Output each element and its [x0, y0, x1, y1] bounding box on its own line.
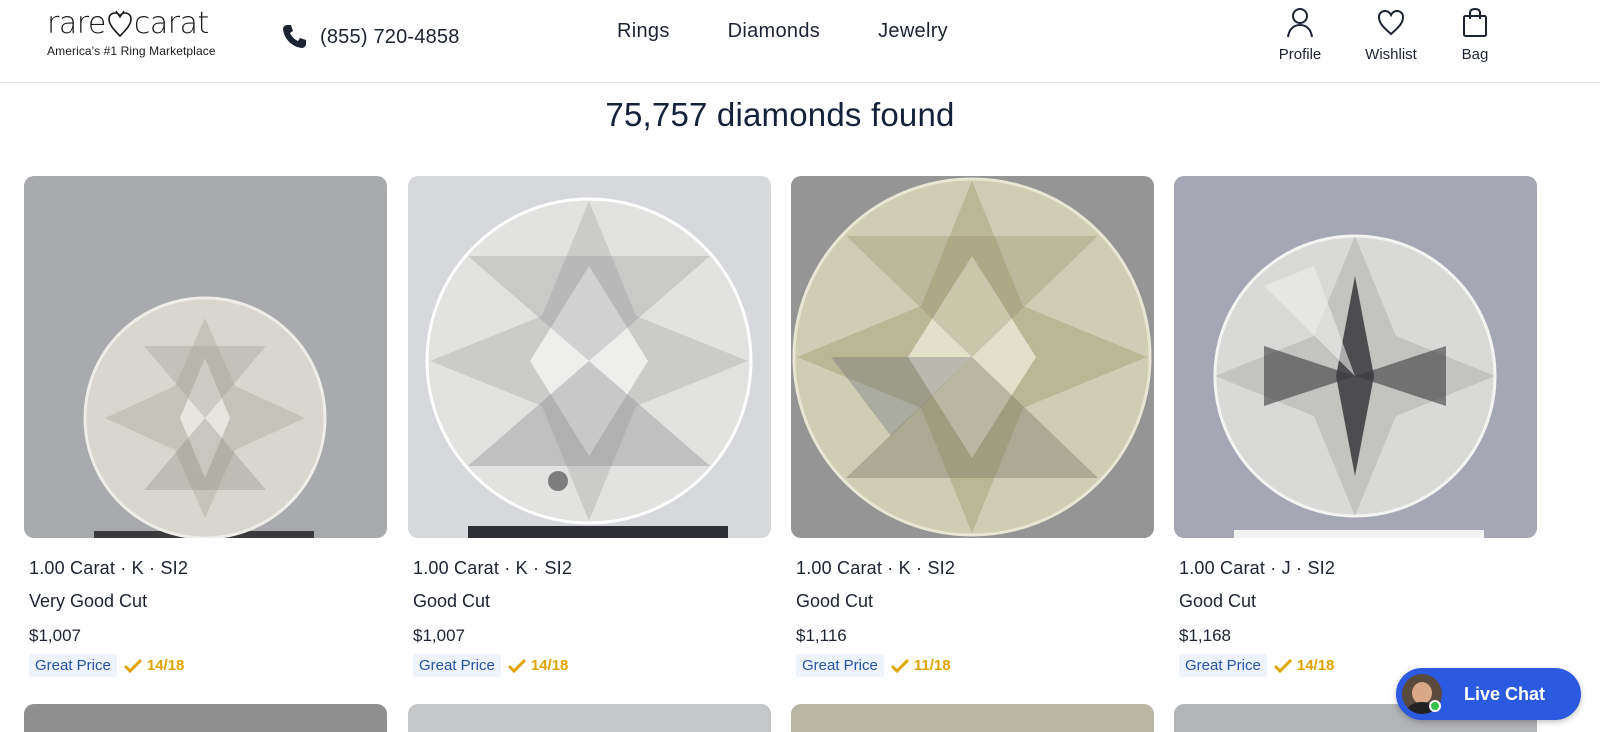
- badges-row: Great Price 11/18: [796, 654, 1154, 677]
- checkmark-icon: [890, 658, 909, 673]
- live-chat-button[interactable]: Live Chat: [1396, 668, 1581, 720]
- score-value: 14/18: [1296, 657, 1335, 674]
- diamond-price: $1,007: [29, 626, 81, 645]
- diamond-image[interactable]: [408, 176, 771, 538]
- bag-label: Bag: [1461, 46, 1489, 63]
- diamond-photo: [24, 176, 387, 538]
- results-count-title: 75,757 diamonds found: [605, 96, 955, 133]
- site-header: rare carat America's #1 Ring Marketplace…: [0, 0, 1600, 83]
- product-card-partial[interactable]: [791, 704, 1154, 732]
- logo-text-carat: carat: [133, 6, 209, 41]
- score-badge: 14/18: [123, 657, 185, 674]
- score-value: 14/18: [146, 657, 185, 674]
- diamond-cut: Good Cut: [796, 591, 874, 611]
- logo-text-rare: rare: [47, 6, 106, 41]
- diamond-image[interactable]: [1174, 176, 1537, 538]
- product-card-partial[interactable]: [24, 704, 387, 732]
- checkmark-icon: [1273, 658, 1292, 673]
- diamond-photo: [408, 176, 771, 538]
- diamond-cut: Good Cut: [1179, 591, 1257, 611]
- heart-diamond-icon: [108, 10, 132, 38]
- diamond-photo: [791, 176, 1154, 538]
- score-badge: 14/18: [1273, 657, 1335, 674]
- phone-number: (855) 720-4858: [320, 25, 460, 48]
- diamond-spec: 1.00 Carat · K · SI2: [796, 558, 956, 578]
- score-value: 14/18: [530, 657, 569, 674]
- diamond-cut: Very Good Cut: [29, 591, 148, 611]
- badges-row: Great Price 14/18: [29, 654, 387, 677]
- online-status-dot: [1429, 700, 1441, 712]
- great-price-badge: Great Price: [1179, 654, 1267, 677]
- checkmark-icon: [507, 658, 526, 673]
- bag-icon: [1463, 7, 1487, 37]
- diamond-photo: [1174, 176, 1537, 538]
- great-price-badge: Great Price: [413, 654, 501, 677]
- diamond-image[interactable]: [791, 176, 1154, 538]
- diamond-price: $1,116: [796, 626, 847, 645]
- great-price-badge: Great Price: [796, 654, 884, 677]
- profile-button[interactable]: Profile: [1265, 6, 1335, 63]
- phone-link[interactable]: (855) 720-4858: [280, 22, 460, 52]
- product-card[interactable]: 1.00 Carat · K · SI2 Good Cut $1,116 Gre…: [791, 176, 1154, 677]
- diamond-spec: 1.00 Carat · K · SI2: [29, 558, 189, 578]
- logo-tagline: America's #1 Ring Marketplace: [47, 44, 216, 58]
- score-value: 11/18: [913, 657, 951, 674]
- wishlist-label: Wishlist: [1365, 46, 1417, 63]
- user-icon: [1287, 8, 1313, 38]
- phone-icon: [283, 25, 306, 48]
- nav-jewelry[interactable]: Jewelry: [878, 20, 948, 43]
- diamond-image[interactable]: [24, 176, 387, 538]
- live-chat-label: Live Chat: [1464, 683, 1546, 704]
- product-card-partial[interactable]: [408, 704, 771, 732]
- badges-row: Great Price 14/18: [413, 654, 771, 677]
- checkmark-icon: [123, 658, 142, 673]
- diamond-cut: Good Cut: [413, 591, 491, 611]
- great-price-badge: Great Price: [29, 654, 117, 677]
- diamond-spec: 1.00 Carat · J · SI2: [1179, 558, 1336, 578]
- profile-label: Profile: [1278, 46, 1322, 63]
- heart-icon: [1377, 9, 1405, 36]
- main-nav: Rings Diamonds Jewelry: [617, 20, 1006, 43]
- diamond-spec: 1.00 Carat · K · SI2: [413, 558, 573, 578]
- nav-rings[interactable]: Rings: [617, 20, 670, 43]
- wishlist-button[interactable]: Wishlist: [1356, 6, 1426, 63]
- nav-diamonds[interactable]: Diamonds: [728, 20, 820, 43]
- product-card[interactable]: 1.00 Carat · K · SI2 Good Cut $1,007 Gre…: [408, 176, 771, 677]
- bag-button[interactable]: Bag: [1440, 6, 1510, 63]
- diamond-price: $1,007: [413, 626, 465, 645]
- score-badge: 11/18: [890, 657, 951, 674]
- diamond-price: $1,168: [1179, 626, 1231, 645]
- product-card[interactable]: 1.00 Carat · J · SI2 Good Cut $1,168 Gre…: [1174, 176, 1537, 677]
- product-card[interactable]: 1.00 Carat · K · SI2 Very Good Cut $1,00…: [24, 176, 387, 677]
- rare-carat-logo[interactable]: rare carat America's #1 Ring Marketplace: [47, 6, 237, 66]
- score-badge: 14/18: [507, 657, 569, 674]
